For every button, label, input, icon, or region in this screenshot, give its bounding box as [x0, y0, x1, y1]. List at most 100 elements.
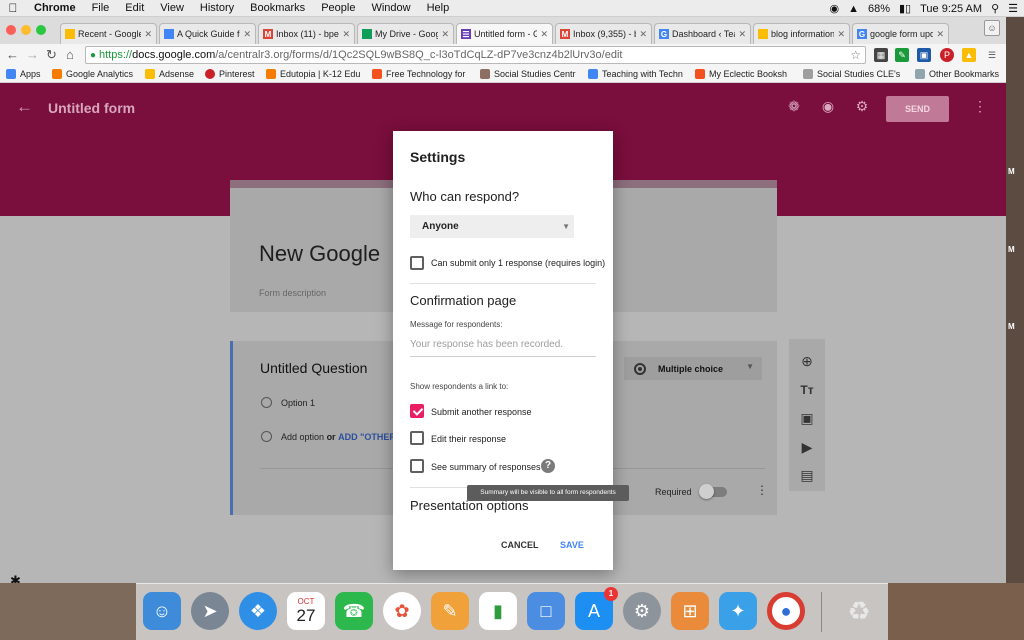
- more-vert-icon[interactable]: ⋮: [972, 98, 988, 114]
- minimize-window-icon[interactable]: [21, 25, 31, 35]
- close-tab-icon[interactable]: ✕: [342, 29, 350, 40]
- form-description[interactable]: Form description: [259, 288, 326, 298]
- send-button[interactable]: SEND: [886, 96, 949, 122]
- close-window-icon[interactable]: [6, 25, 16, 35]
- tab-my-drive[interactable]: My Drive - Goog ✕: [357, 23, 454, 44]
- extension-barcode-icon[interactable]: ▦: [874, 48, 888, 62]
- save-button[interactable]: SAVE: [560, 540, 584, 550]
- facetime-icon[interactable]: ☎: [335, 592, 373, 630]
- menu-view[interactable]: View: [152, 2, 192, 14]
- close-tab-icon[interactable]: ✕: [243, 29, 251, 40]
- question-type-dropdown[interactable]: Multiple choice ▼: [624, 357, 762, 380]
- menu-bookmarks[interactable]: Bookmarks: [242, 2, 313, 14]
- safari-icon[interactable]: ❖: [239, 592, 277, 630]
- add-option-link[interactable]: Add option: [281, 432, 324, 442]
- profile-icon[interactable]: ☺: [984, 20, 1000, 36]
- reload-icon[interactable]: ↻: [46, 47, 57, 63]
- close-tab-icon[interactable]: ✕: [738, 29, 746, 40]
- see-summary-checkbox[interactable]: [410, 459, 424, 473]
- trash-icon[interactable]: ♻: [840, 592, 878, 630]
- menu-help[interactable]: Help: [419, 2, 458, 14]
- help-icon[interactable]: ?: [541, 459, 555, 473]
- launchpad-icon[interactable]: ➤: [191, 592, 229, 630]
- close-tab-icon[interactable]: ✕: [144, 29, 152, 40]
- photos-icon[interactable]: ✿: [383, 592, 421, 630]
- pages-icon[interactable]: ✎: [431, 592, 469, 630]
- preview-eye-icon[interactable]: ◉: [820, 98, 836, 114]
- battery-icon[interactable]: ▮▯: [899, 2, 911, 15]
- menu-people[interactable]: People: [313, 2, 363, 14]
- bookmark-adsense[interactable]: Adsense: [145, 69, 194, 79]
- chrome-menu-icon[interactable]: ☰: [985, 48, 999, 62]
- question-title[interactable]: Untitled Question: [260, 360, 367, 376]
- notification-center-icon[interactable]: ☰: [1008, 2, 1018, 15]
- close-tab-icon[interactable]: ✕: [639, 29, 647, 40]
- clock[interactable]: Tue 9:25 AM: [920, 3, 982, 15]
- system-preferences-icon[interactable]: ⚙: [623, 592, 661, 630]
- submit-another-checkbox[interactable]: [410, 404, 424, 418]
- required-toggle[interactable]: [699, 484, 727, 499]
- confirmation-message-input[interactable]: Your response has been recorded.: [410, 339, 596, 357]
- respondents-dropdown[interactable]: Anyone ▼: [410, 215, 574, 238]
- menu-history[interactable]: History: [192, 2, 242, 14]
- calendar-icon[interactable]: OCT 27: [287, 592, 325, 630]
- wifi-icon[interactable]: ▲: [848, 3, 859, 15]
- menu-window[interactable]: Window: [363, 2, 418, 14]
- add-image-icon[interactable]: ▣: [799, 410, 815, 426]
- tab-recent-google[interactable]: Recent - Google ✕: [60, 23, 157, 44]
- menu-file[interactable]: File: [84, 2, 118, 14]
- pinterest-icon[interactable]: P: [940, 48, 954, 62]
- accessibility-walker-icon[interactable]: ✱: [10, 573, 21, 583]
- numbers-icon[interactable]: ▮: [479, 592, 517, 630]
- forward-arrow-icon[interactable]: →: [26, 47, 39, 62]
- edit-response-checkbox[interactable]: [410, 431, 424, 445]
- close-tab-icon[interactable]: ✕: [837, 29, 845, 40]
- bookmark-pinterest[interactable]: Pinterest: [205, 69, 255, 79]
- palette-icon[interactable]: ❁: [786, 98, 802, 114]
- address-bar[interactable]: ● https://docs.google.com/a/centralr3.or…: [85, 46, 866, 64]
- add-question-icon[interactable]: ⊕: [799, 353, 815, 369]
- spotlight-icon[interactable]: ⚲: [991, 2, 999, 15]
- bookmark-star-icon[interactable]: ☆: [850, 48, 861, 62]
- tab-inbox-9355[interactable]: M Inbox (9,355) - b ✕: [555, 23, 652, 44]
- keynote-icon[interactable]: □: [527, 592, 565, 630]
- bookmark-teaching-with-techn[interactable]: Teaching with Techn: [588, 69, 683, 79]
- settings-gear-icon[interactable]: ⚙: [854, 98, 870, 114]
- apple-icon[interactable]: : [0, 1, 26, 15]
- option-1-label[interactable]: Option 1: [281, 398, 315, 408]
- submit-once-checkbox[interactable]: [410, 256, 424, 270]
- zoom-window-icon[interactable]: [36, 25, 46, 35]
- extension-blue-icon[interactable]: ▣: [917, 48, 931, 62]
- chrome-icon[interactable]: ●: [767, 592, 805, 630]
- more-vert-icon[interactable]: ⋮: [756, 483, 768, 497]
- add-video-icon[interactable]: ▶: [799, 439, 815, 455]
- back-arrow-icon[interactable]: ←: [16, 97, 33, 117]
- tab-google-form-update[interactable]: Ggoogle form upd ✕: [852, 23, 949, 44]
- form-title[interactable]: New Google: [259, 241, 380, 267]
- bookmark-free-technology[interactable]: Free Technology for: [372, 69, 465, 79]
- tab-quick-guide[interactable]: A Quick Guide fo ✕: [159, 23, 256, 44]
- home-icon[interactable]: ⌂: [66, 47, 74, 62]
- back-arrow-icon[interactable]: ←: [6, 47, 19, 62]
- tab-untitled-form[interactable]: ☰ Untitled form - G ✕: [456, 23, 553, 44]
- close-tab-icon[interactable]: ✕: [936, 29, 944, 40]
- extension-green-icon[interactable]: ✎: [895, 48, 909, 62]
- menu-edit[interactable]: Edit: [117, 2, 152, 14]
- add-other-link[interactable]: ADD "OTHER": [338, 432, 400, 442]
- add-title-icon[interactable]: Tт: [799, 382, 815, 398]
- tab-inbox-11[interactable]: M Inbox (11) - bpe ✕: [258, 23, 355, 44]
- tab-dashboard[interactable]: G Dashboard ‹ Tea ✕: [654, 23, 751, 44]
- add-section-icon[interactable]: ▤: [799, 467, 815, 483]
- bookmark-social-studies-centr[interactable]: Social Studies Centr: [480, 69, 576, 79]
- calculator-icon[interactable]: ⊞: [671, 592, 709, 630]
- tab-blog-information[interactable]: blog information ✕: [753, 23, 850, 44]
- form-header-title[interactable]: Untitled form: [48, 100, 135, 116]
- close-tab-icon[interactable]: ✕: [441, 29, 449, 40]
- close-tab-icon[interactable]: ✕: [540, 29, 548, 40]
- twitter-icon[interactable]: ✦: [719, 592, 757, 630]
- bookmark-my-eclectic-bookshelf[interactable]: My Eclectic Booksh: [695, 69, 787, 79]
- finder-icon[interactable]: ☺: [143, 592, 181, 630]
- bookmark-social-studies-cles[interactable]: Social Studies CLE's: [803, 69, 900, 79]
- menu-chrome[interactable]: Chrome: [26, 2, 84, 14]
- bookmark-edutopia[interactable]: Edutopia | K-12 Edu: [266, 69, 360, 79]
